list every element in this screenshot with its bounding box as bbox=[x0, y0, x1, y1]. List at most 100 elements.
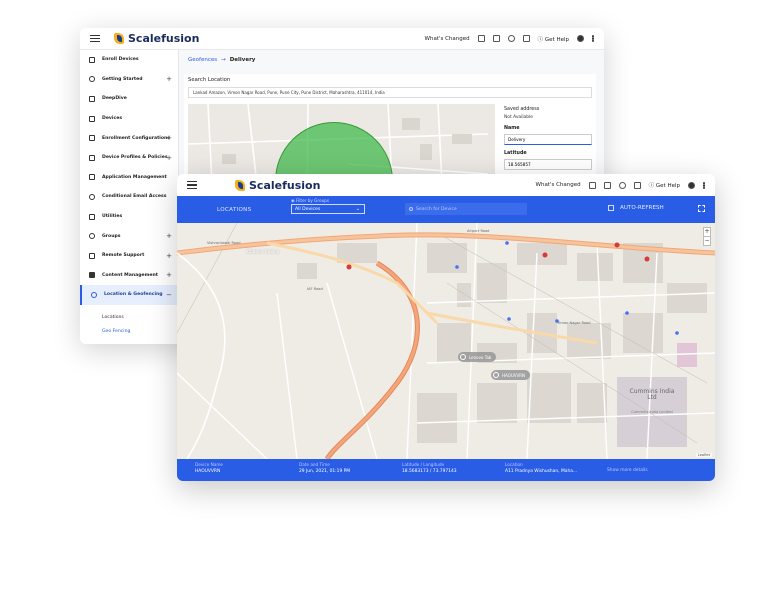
device-name-col: Device Name HAOUVVRN bbox=[195, 462, 223, 474]
enroll-icon bbox=[89, 56, 95, 63]
auto-refresh-toggle[interactable]: AUTO-REFRESH bbox=[608, 205, 664, 211]
name-input[interactable]: Delivery bbox=[504, 134, 592, 145]
breadcrumb: Geofences → Delivery bbox=[179, 50, 604, 70]
more-vert-icon[interactable] bbox=[703, 181, 705, 189]
location-value: A11 Pradnya Wishushan, Maha... bbox=[505, 469, 578, 474]
device-pin-haouvvrn[interactable]: HAOUVVRN bbox=[491, 370, 530, 380]
device-pin-label: HAOUVVRN bbox=[502, 372, 525, 378]
auto-refresh-label: AUTO-REFRESH bbox=[620, 205, 664, 211]
whats-changed-link[interactable]: What's Changed bbox=[425, 36, 470, 42]
expand-plus-icon[interactable]: + bbox=[166, 271, 172, 279]
map-label-cummins-sub: Cummins India Limited bbox=[631, 410, 673, 414]
get-help-link[interactable]: ⓘ Get Help bbox=[649, 181, 680, 189]
sidebar-subitem-locations[interactable]: Locations bbox=[80, 311, 178, 325]
sidebar-subitem-geo-fencing[interactable]: Geo Fencing bbox=[80, 325, 178, 339]
expand-plus-icon[interactable]: + bbox=[166, 252, 172, 260]
sidebar-item-content-management[interactable]: Content Management + bbox=[80, 266, 178, 286]
chat-icon[interactable] bbox=[633, 181, 641, 189]
sidebar-item-enrollment-configurations[interactable]: Enrollment Configurations + bbox=[80, 128, 178, 148]
refresh-icon[interactable] bbox=[618, 181, 626, 189]
chart-icon bbox=[89, 95, 95, 102]
show-more-details-link[interactable]: Show more details bbox=[607, 468, 648, 473]
sidebar-item-enroll-devices[interactable]: Enroll Devices bbox=[80, 50, 178, 70]
menu-icon[interactable] bbox=[90, 34, 100, 43]
cast-icon[interactable] bbox=[603, 181, 611, 189]
sidebar-item-application-management[interactable]: Application Management bbox=[80, 168, 178, 188]
user-icon[interactable] bbox=[688, 181, 695, 189]
sidebar-item-label: Getting Started bbox=[102, 76, 143, 82]
zoom-control: + − bbox=[703, 227, 711, 246]
map-label-cummins: Cummins India Ltd bbox=[629, 388, 675, 401]
sidebar-item-label: Content Management bbox=[102, 272, 158, 278]
locations-window: Scalefusion What's Changed ⓘ Get Help LO… bbox=[177, 174, 715, 481]
groups-icon bbox=[89, 233, 95, 240]
logo[interactable]: Scalefusion bbox=[114, 32, 199, 45]
sidebar-item-remote-support[interactable]: Remote Support + bbox=[80, 246, 178, 266]
zoom-in-button[interactable]: + bbox=[704, 228, 710, 236]
locations-title: LOCATIONS bbox=[217, 206, 252, 213]
locations-toolbar: LOCATIONS ◉ Filter by Groups All Devices… bbox=[177, 196, 715, 223]
sidebar-item-conditional-email[interactable]: Conditional Email Access bbox=[80, 187, 178, 207]
collapse-minus-icon[interactable]: − bbox=[166, 291, 172, 299]
expand-plus-icon[interactable]: + bbox=[166, 134, 172, 142]
chat-icon[interactable] bbox=[522, 35, 530, 42]
sidebar-item-getting-started[interactable]: Getting Started + bbox=[80, 70, 178, 90]
group-filter-select[interactable]: All Devices ⌄ bbox=[291, 204, 365, 214]
map-label-airport-road: Airport Road bbox=[467, 229, 490, 233]
cast-icon[interactable] bbox=[492, 35, 500, 42]
scalefusion-logo-icon bbox=[235, 179, 245, 191]
sidebar-item-devices[interactable]: Devices bbox=[80, 109, 178, 129]
grid-icon[interactable] bbox=[477, 35, 485, 42]
group-filter-value: All Devices bbox=[295, 206, 321, 212]
auto-refresh-checkbox[interactable] bbox=[608, 205, 614, 211]
menu-icon[interactable] bbox=[187, 181, 197, 189]
sidebar-item-device-profiles[interactable]: Device Profiles & Policies + bbox=[80, 148, 178, 168]
latitude-input[interactable]: 18.565857 bbox=[504, 159, 592, 170]
back-topbar: Scalefusion What's Changed ⓘ Get Help bbox=[80, 28, 604, 50]
sidebar-item-location-geofencing[interactable]: Location & Geofencing − bbox=[80, 285, 178, 305]
device-name-header: Device Name bbox=[195, 462, 224, 467]
expand-plus-icon[interactable]: + bbox=[166, 232, 172, 240]
map-label-vishrantwadi-road: Vishrantwadi Road bbox=[207, 241, 241, 245]
sidebar-item-label: Devices bbox=[102, 116, 123, 122]
devices-icon bbox=[89, 115, 95, 122]
map-attribution[interactable]: Leaflet bbox=[695, 453, 712, 457]
zoom-out-button[interactable]: − bbox=[704, 236, 710, 245]
filter-label-text: Filter by Groups bbox=[296, 198, 330, 203]
search-location-input[interactable]: Lankad Amazon, Vimon Nagar Road, Pune, P… bbox=[188, 87, 592, 98]
fullscreen-icon[interactable] bbox=[698, 205, 705, 212]
whats-changed-link[interactable]: What's Changed bbox=[536, 182, 581, 188]
more-vert-icon[interactable] bbox=[592, 35, 594, 42]
device-search-input[interactable]: Search for Device bbox=[405, 203, 527, 215]
user-icon[interactable] bbox=[577, 35, 584, 42]
locations-map[interactable]: Dhanori Colony Airport Road Vishrantwadi… bbox=[177, 223, 715, 459]
sidebar-item-label: Utilities bbox=[102, 214, 123, 220]
expand-plus-icon[interactable]: + bbox=[166, 75, 172, 83]
sidebar-item-label: Enroll Devices bbox=[102, 57, 139, 63]
breadcrumb-geofences-link[interactable]: Geofences bbox=[188, 57, 217, 63]
clipboard-icon bbox=[89, 154, 95, 161]
get-help-link[interactable]: ⓘ Get Help bbox=[538, 35, 569, 43]
sidebar-item-groups[interactable]: Groups + bbox=[80, 226, 178, 246]
device-search-placeholder: Search for Device bbox=[416, 206, 457, 212]
sidebar-item-deepdive[interactable]: DeepDive bbox=[80, 89, 178, 109]
expand-plus-icon[interactable]: + bbox=[166, 154, 172, 162]
logo[interactable]: Scalefusion bbox=[235, 179, 320, 192]
sidebar-item-label: DeepDive bbox=[102, 96, 127, 102]
latlng-col: Latitude / Longitude 18.5683173 / 73.797… bbox=[402, 462, 457, 474]
sidebar-item-label: Remote Support bbox=[102, 253, 145, 259]
search-location-label: Search Location bbox=[188, 77, 231, 83]
device-pin-lenovo-tab[interactable]: Lenovo Tab bbox=[458, 352, 497, 362]
datetime-value: 29 Jun, 2021, 01:19 PM bbox=[299, 469, 351, 474]
latlng-value: 18.5683173 / 73.797143 bbox=[402, 469, 457, 474]
brand-name: Scalefusion bbox=[128, 32, 200, 45]
breadcrumb-current: Delivery bbox=[229, 57, 256, 63]
latlng-header: Latitude / Longitude bbox=[402, 462, 445, 467]
grid-icon[interactable] bbox=[588, 181, 596, 189]
saved-address-label: Saved address bbox=[504, 107, 540, 112]
scalefusion-logo-icon bbox=[114, 33, 124, 44]
sidebar-item-utilities[interactable]: Utilities bbox=[80, 207, 178, 227]
refresh-icon[interactable] bbox=[507, 35, 515, 42]
cast-icon bbox=[89, 252, 95, 259]
map-label-viman-nagar-road: Viman Nagar Road bbox=[557, 321, 591, 325]
